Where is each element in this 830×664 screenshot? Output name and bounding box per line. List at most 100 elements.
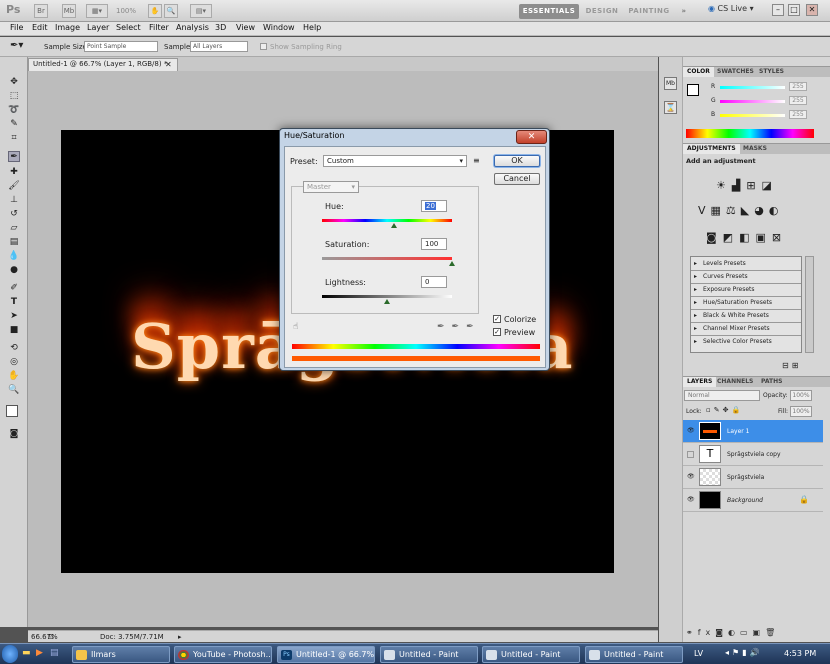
status-menu-icon[interactable]: ⊡ <box>48 633 54 641</box>
menu-help[interactable]: Help <box>303 23 321 32</box>
tab-color[interactable]: COLOR <box>683 67 714 77</box>
preset-select[interactable]: Custom ▾ <box>323 155 467 167</box>
preset-item-curves[interactable]: ▸ Curves Presets <box>691 271 801 284</box>
media-quicklaunch-icon[interactable]: ▶ <box>36 648 43 658</box>
quick-selection-tool-icon[interactable]: ✎ <box>8 119 20 130</box>
hand-view-button[interactable]: ✋ <box>148 4 162 18</box>
maximize-button[interactable]: □ <box>788 4 800 16</box>
presets-scrollbar[interactable] <box>805 256 814 353</box>
tab-adjustments[interactable]: ADJUSTMENTS <box>683 144 740 154</box>
explorer-quicklaunch-icon[interactable]: ▬ <box>22 648 31 658</box>
taskbar-item-paint-2[interactable]: Untitled - Paint <box>482 646 580 663</box>
gradient-tool-icon[interactable]: ▤ <box>8 237 20 248</box>
workspace-design[interactable]: DESIGN <box>584 4 620 19</box>
eyedropper-icons[interactable]: ✒✒✒ <box>437 322 481 332</box>
tab-swatches[interactable]: SWATCHES <box>713 67 758 77</box>
eraser-tool-icon[interactable]: ▱ <box>8 223 20 234</box>
workspace-essentials[interactable]: ESSENTIALS <box>519 4 579 19</box>
hue-slider[interactable] <box>322 219 452 222</box>
adjustments-footer-icons[interactable]: ⊟⊞ <box>782 361 801 370</box>
move-tool-icon[interactable]: ✥ <box>8 77 20 88</box>
cancel-button[interactable]: Cancel <box>494 173 540 185</box>
tab-channels[interactable]: CHANNELS <box>713 377 757 387</box>
menu-window[interactable]: Window <box>263 23 295 32</box>
taskbar-item-photoshop[interactable]: Ps Untitled-1 @ 66.7% (... <box>277 646 375 663</box>
layer-row-layer-1[interactable]: 👁 Layer 1 <box>683 420 823 443</box>
desktop-quicklaunch-icon[interactable]: ▤ <box>50 648 59 658</box>
clock[interactable]: 4:53 PM <box>784 649 816 658</box>
mini-bridge-button[interactable]: Mb <box>62 4 76 18</box>
lasso-tool-icon[interactable]: ➰ <box>8 105 20 116</box>
mini-bridge-panel-icon[interactable]: Mb <box>664 77 677 90</box>
type-tool-icon[interactable]: T <box>8 297 20 308</box>
taskbar-item-paint-3[interactable]: Untitled - Paint <box>585 646 683 663</box>
zoom-tool-icon[interactable]: 🔍 <box>8 385 20 396</box>
zoom-level[interactable]: 100% <box>116 7 136 15</box>
red-value[interactable]: 255 <box>789 82 807 91</box>
hand-tool-icon[interactable]: ✋ <box>8 371 20 382</box>
saturation-slider[interactable] <box>322 257 452 260</box>
workspace-painting[interactable]: PAINTING <box>627 4 671 19</box>
tab-paths[interactable]: PATHS <box>757 377 786 387</box>
zoom-view-button[interactable]: 🔍 <box>164 4 178 18</box>
more-workspaces-button[interactable]: » <box>678 4 690 19</box>
targeted-adjustment-icon[interactable]: ☝ <box>293 322 298 332</box>
layer-row-text-copy[interactable]: T Sprāgstviela copy <box>683 443 823 466</box>
layers-footer-icons[interactable]: ⚭fx◙◐▭▣🗑 <box>686 628 826 640</box>
green-value[interactable]: 255 <box>789 96 807 105</box>
blur-tool-icon[interactable]: 💧 <box>8 251 20 262</box>
menu-select[interactable]: Select <box>116 23 141 32</box>
menu-view[interactable]: View <box>236 23 255 32</box>
red-slider[interactable] <box>720 86 785 89</box>
extras-button[interactable]: ▦▾ <box>86 4 108 18</box>
quick-mask-icon[interactable]: ◙ <box>8 429 20 440</box>
visibility-eye-icon[interactable]: 👁 <box>687 496 695 503</box>
preset-options-icon[interactable]: ≡ <box>473 156 480 165</box>
dialog-close-button[interactable]: ✕ <box>516 130 547 144</box>
menu-3d[interactable]: 3D <box>215 23 226 32</box>
marquee-tool-icon[interactable]: ⬚ <box>8 91 20 102</box>
healing-brush-tool-icon[interactable]: ✚ <box>8 167 20 178</box>
visibility-eye-icon[interactable]: 👁 <box>687 473 695 480</box>
tab-layers[interactable]: LAYERS <box>683 377 717 387</box>
color-spectrum-bar[interactable] <box>686 129 814 138</box>
close-tab-icon[interactable]: ✕ <box>165 60 172 69</box>
bridge-button[interactable]: Br <box>34 4 48 18</box>
lock-icons[interactable]: ▫✎✥🔒 <box>706 406 743 414</box>
preset-item-hue-saturation[interactable]: ▸ Hue/Saturation Presets <box>691 297 801 310</box>
sample-size-select[interactable]: Point Sample <box>84 41 158 52</box>
taskbar-item-paint-1[interactable]: Untitled - Paint <box>380 646 478 663</box>
eyedropper-tool-icon[interactable]: ✒ <box>8 151 20 162</box>
start-button[interactable] <box>2 645 18 663</box>
opacity-field[interactable]: 100% <box>790 390 812 401</box>
3d-orbit-tool-icon[interactable]: ◎ <box>8 357 20 368</box>
adjustment-icons-row-1[interactable]: ☀▟⊞◪ <box>716 179 778 192</box>
eyedropper-tool-preset-icon[interactable]: ✒▾ <box>10 40 23 51</box>
green-slider[interactable] <box>720 100 785 103</box>
pen-tool-icon[interactable]: ✐ <box>8 283 20 294</box>
saturation-field[interactable]: 100 <box>421 238 447 250</box>
arrange-documents-button[interactable]: ▤▾ <box>190 4 212 18</box>
preview-checkbox[interactable]: ✓ <box>493 328 501 336</box>
menu-filter[interactable]: Filter <box>149 23 169 32</box>
preset-item-levels[interactable]: ▸ Levels Presets <box>691 258 801 271</box>
document-tab[interactable]: Untitled-1 @ 66.7% (Layer 1, RGB/8) * <box>28 58 178 71</box>
menu-file[interactable]: File <box>10 23 23 32</box>
taskbar-item-ilmars[interactable]: Ilmars <box>72 646 170 663</box>
hue-slider-thumb[interactable] <box>391 223 398 228</box>
path-selection-tool-icon[interactable]: ➤ <box>8 311 20 322</box>
language-indicator[interactable]: LV <box>694 649 703 658</box>
close-button[interactable]: ✕ <box>806 4 818 16</box>
color-panel-foreground[interactable] <box>687 84 699 96</box>
lightness-slider-thumb[interactable] <box>384 299 390 304</box>
menu-image[interactable]: Image <box>55 23 80 32</box>
dodge-tool-icon[interactable]: ● <box>8 265 20 276</box>
sample-select[interactable]: All Layers <box>190 41 248 52</box>
preset-item-channel-mixer[interactable]: ▸ Channel Mixer Presets <box>691 323 801 336</box>
colorize-checkbox[interactable]: ✓ <box>493 315 501 323</box>
3d-rotate-tool-icon[interactable]: ⟲ <box>8 343 20 354</box>
lightness-slider[interactable] <box>322 295 452 298</box>
saturation-slider-thumb[interactable] <box>449 261 455 266</box>
preset-item-black-white[interactable]: ▸ Black & White Presets <box>691 310 801 323</box>
layer-row-background[interactable]: 👁 Background 🔒 <box>683 489 823 512</box>
